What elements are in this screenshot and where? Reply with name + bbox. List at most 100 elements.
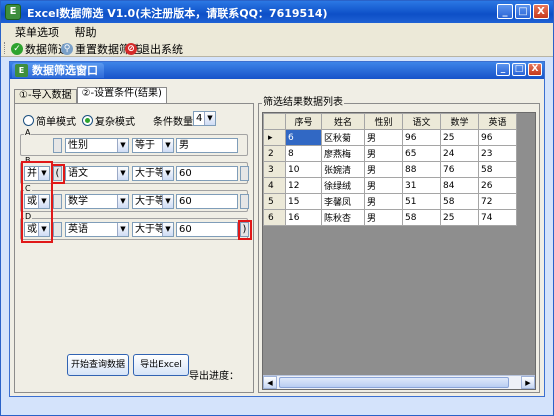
open-paren-a[interactable]	[53, 138, 62, 153]
table-cell[interactable]: 8	[285, 145, 322, 162]
child-close-button[interactable]: X	[528, 63, 542, 76]
open-paren-highlight-box	[51, 164, 65, 184]
child-minimize-button[interactable]: _	[496, 63, 510, 76]
col-header-name[interactable]: 姓名	[321, 113, 365, 130]
operator-select-a[interactable]: 等于 ▼	[132, 138, 174, 153]
col-header-chinese[interactable]: 语文	[402, 113, 441, 130]
scroll-right-arrow-icon[interactable]: ▶	[521, 376, 535, 389]
table-cell[interactable]: 88	[402, 161, 441, 178]
field-select-a[interactable]: 性别 ▼	[65, 138, 129, 153]
row-header[interactable]: ▸	[263, 129, 286, 146]
table-row[interactable]: ▸ 6 区秋菊 男 96 25 96	[263, 129, 517, 146]
table-row[interactable]: 4 12 徐绿绒 男 31 84 26	[263, 177, 517, 194]
table-cell[interactable]: 24	[440, 145, 479, 162]
toolbar-grip[interactable]	[4, 42, 7, 54]
col-header-english[interactable]: 英语	[478, 113, 517, 130]
close-button[interactable]: X	[533, 4, 549, 19]
table-cell[interactable]: 男	[364, 177, 403, 194]
table-cell[interactable]: 72	[478, 193, 517, 210]
table-cell[interactable]: 23	[478, 145, 517, 162]
table-cell[interactable]: 16	[285, 209, 322, 226]
table-cell[interactable]: 58	[402, 209, 441, 226]
row-header[interactable]: 5	[263, 193, 286, 210]
row-header[interactable]: 2	[263, 145, 286, 162]
table-cell[interactable]: 张婉清	[321, 161, 365, 178]
table-cell[interactable]: 25	[440, 129, 479, 146]
simple-mode-radio[interactable]	[23, 115, 34, 126]
table-cell[interactable]: 58	[440, 193, 479, 210]
table-cell[interactable]: 96	[478, 129, 517, 146]
table-cell[interactable]: 31	[402, 177, 441, 194]
table-cell[interactable]: 6	[285, 129, 322, 146]
minimize-button[interactable]: _	[497, 4, 513, 19]
col-header-gender[interactable]: 性别	[364, 113, 403, 130]
table-cell[interactable]: 58	[478, 161, 517, 178]
value-input-c[interactable]: 60	[176, 194, 238, 209]
table-cell[interactable]: 74	[478, 209, 517, 226]
operator-select-d[interactable]: 大于等于 ▼	[132, 222, 174, 237]
field-value-b: 语文	[68, 168, 88, 179]
results-grid[interactable]: 序号 姓名 性别 语文 数学 英语 ▸ 6 区秋菊 男 96 25 96 2 8…	[262, 112, 536, 390]
child-maximize-button[interactable]: □	[512, 63, 526, 76]
exit-tool-button[interactable]: ⊘ 退出系统	[125, 41, 183, 57]
corner-header	[263, 113, 286, 130]
table-row[interactable]: 5 15 李馨凤 男 51 58 72	[263, 193, 517, 210]
col-header-id[interactable]: 序号	[285, 113, 322, 130]
table-cell[interactable]: 96	[402, 129, 441, 146]
tab-import-data[interactable]: ①-导入数据	[14, 89, 77, 103]
value-input-b[interactable]: 60	[176, 166, 238, 181]
table-cell[interactable]: 徐绿绒	[321, 177, 365, 194]
value-input-d[interactable]: 60	[176, 222, 238, 237]
table-cell[interactable]: 男	[364, 145, 403, 162]
table-row[interactable]: 2 8 廖燕梅 男 65 24 23	[263, 145, 517, 162]
table-cell[interactable]: 15	[285, 193, 322, 210]
operator-select-c[interactable]: 大于等于 ▼	[132, 194, 174, 209]
table-cell[interactable]: 廖燕梅	[321, 145, 365, 162]
export-excel-button[interactable]: 导出Excel	[133, 354, 189, 376]
chevron-down-icon: ▼	[162, 167, 173, 180]
table-row[interactable]: 3 10 张婉清 男 88 76 58	[263, 161, 517, 178]
row-header[interactable]: 4	[263, 177, 286, 194]
horizontal-scrollbar[interactable]: ◀ ▶	[263, 375, 535, 389]
table-row[interactable]: 6 16 陈秋杏 男 58 25 74	[263, 209, 517, 226]
table-cell[interactable]: 12	[285, 177, 322, 194]
table-cell[interactable]: 区秋菊	[321, 129, 365, 146]
table-cell[interactable]: 76	[440, 161, 479, 178]
tab-set-conditions[interactable]: ②-设置条件(结果)	[76, 87, 167, 103]
table-cell[interactable]: 男	[364, 129, 403, 146]
table-cell[interactable]: 51	[402, 193, 441, 210]
table-cell[interactable]: 65	[402, 145, 441, 162]
table-cell[interactable]: 男	[364, 161, 403, 178]
open-paren-c[interactable]	[53, 194, 62, 209]
table-cell[interactable]: 84	[440, 177, 479, 194]
step-tabs: ①-导入数据 ②-设置条件(结果)	[14, 87, 167, 103]
scroll-left-arrow-icon[interactable]: ◀	[263, 376, 277, 389]
scroll-thumb[interactable]	[279, 377, 509, 388]
open-paren-d[interactable]	[53, 222, 62, 237]
table-cell[interactable]: 26	[478, 177, 517, 194]
operator-select-b[interactable]: 大于等于 ▼	[132, 166, 174, 181]
field-select-d[interactable]: 英语 ▼	[65, 222, 129, 237]
maximize-button[interactable]: □	[515, 4, 531, 19]
chevron-down-icon: ▼	[117, 167, 128, 180]
table-cell[interactable]: 男	[364, 209, 403, 226]
table-cell[interactable]: 10	[285, 161, 322, 178]
row-header[interactable]: 6	[263, 209, 286, 226]
title-bar[interactable]: E Excel数据筛选 V1.0(未注册版本，请联系QQ：7619514) _ …	[1, 1, 553, 23]
start-query-button[interactable]: 开始查询数据	[67, 354, 129, 376]
table-cell[interactable]: 25	[440, 209, 479, 226]
col-header-math[interactable]: 数学	[440, 113, 479, 130]
field-select-b[interactable]: 语文 ▼	[65, 166, 129, 181]
close-paren-b[interactable]	[240, 166, 249, 181]
child-title-bar[interactable]: E 数据筛选窗口 _ □ X	[10, 62, 544, 79]
complex-mode-radio[interactable]	[82, 115, 93, 126]
close-paren-c[interactable]	[240, 194, 249, 209]
row-header[interactable]: 3	[263, 161, 286, 178]
table-cell[interactable]: 陈秋杏	[321, 209, 365, 226]
table-cell[interactable]: 李馨凤	[321, 193, 365, 210]
chevron-down-icon: ▼	[204, 112, 215, 125]
field-select-c[interactable]: 数学 ▼	[65, 194, 129, 209]
condition-count-select[interactable]: 4 ▼	[193, 111, 216, 126]
table-cell[interactable]: 男	[364, 193, 403, 210]
value-input-a[interactable]: 男	[176, 138, 238, 153]
